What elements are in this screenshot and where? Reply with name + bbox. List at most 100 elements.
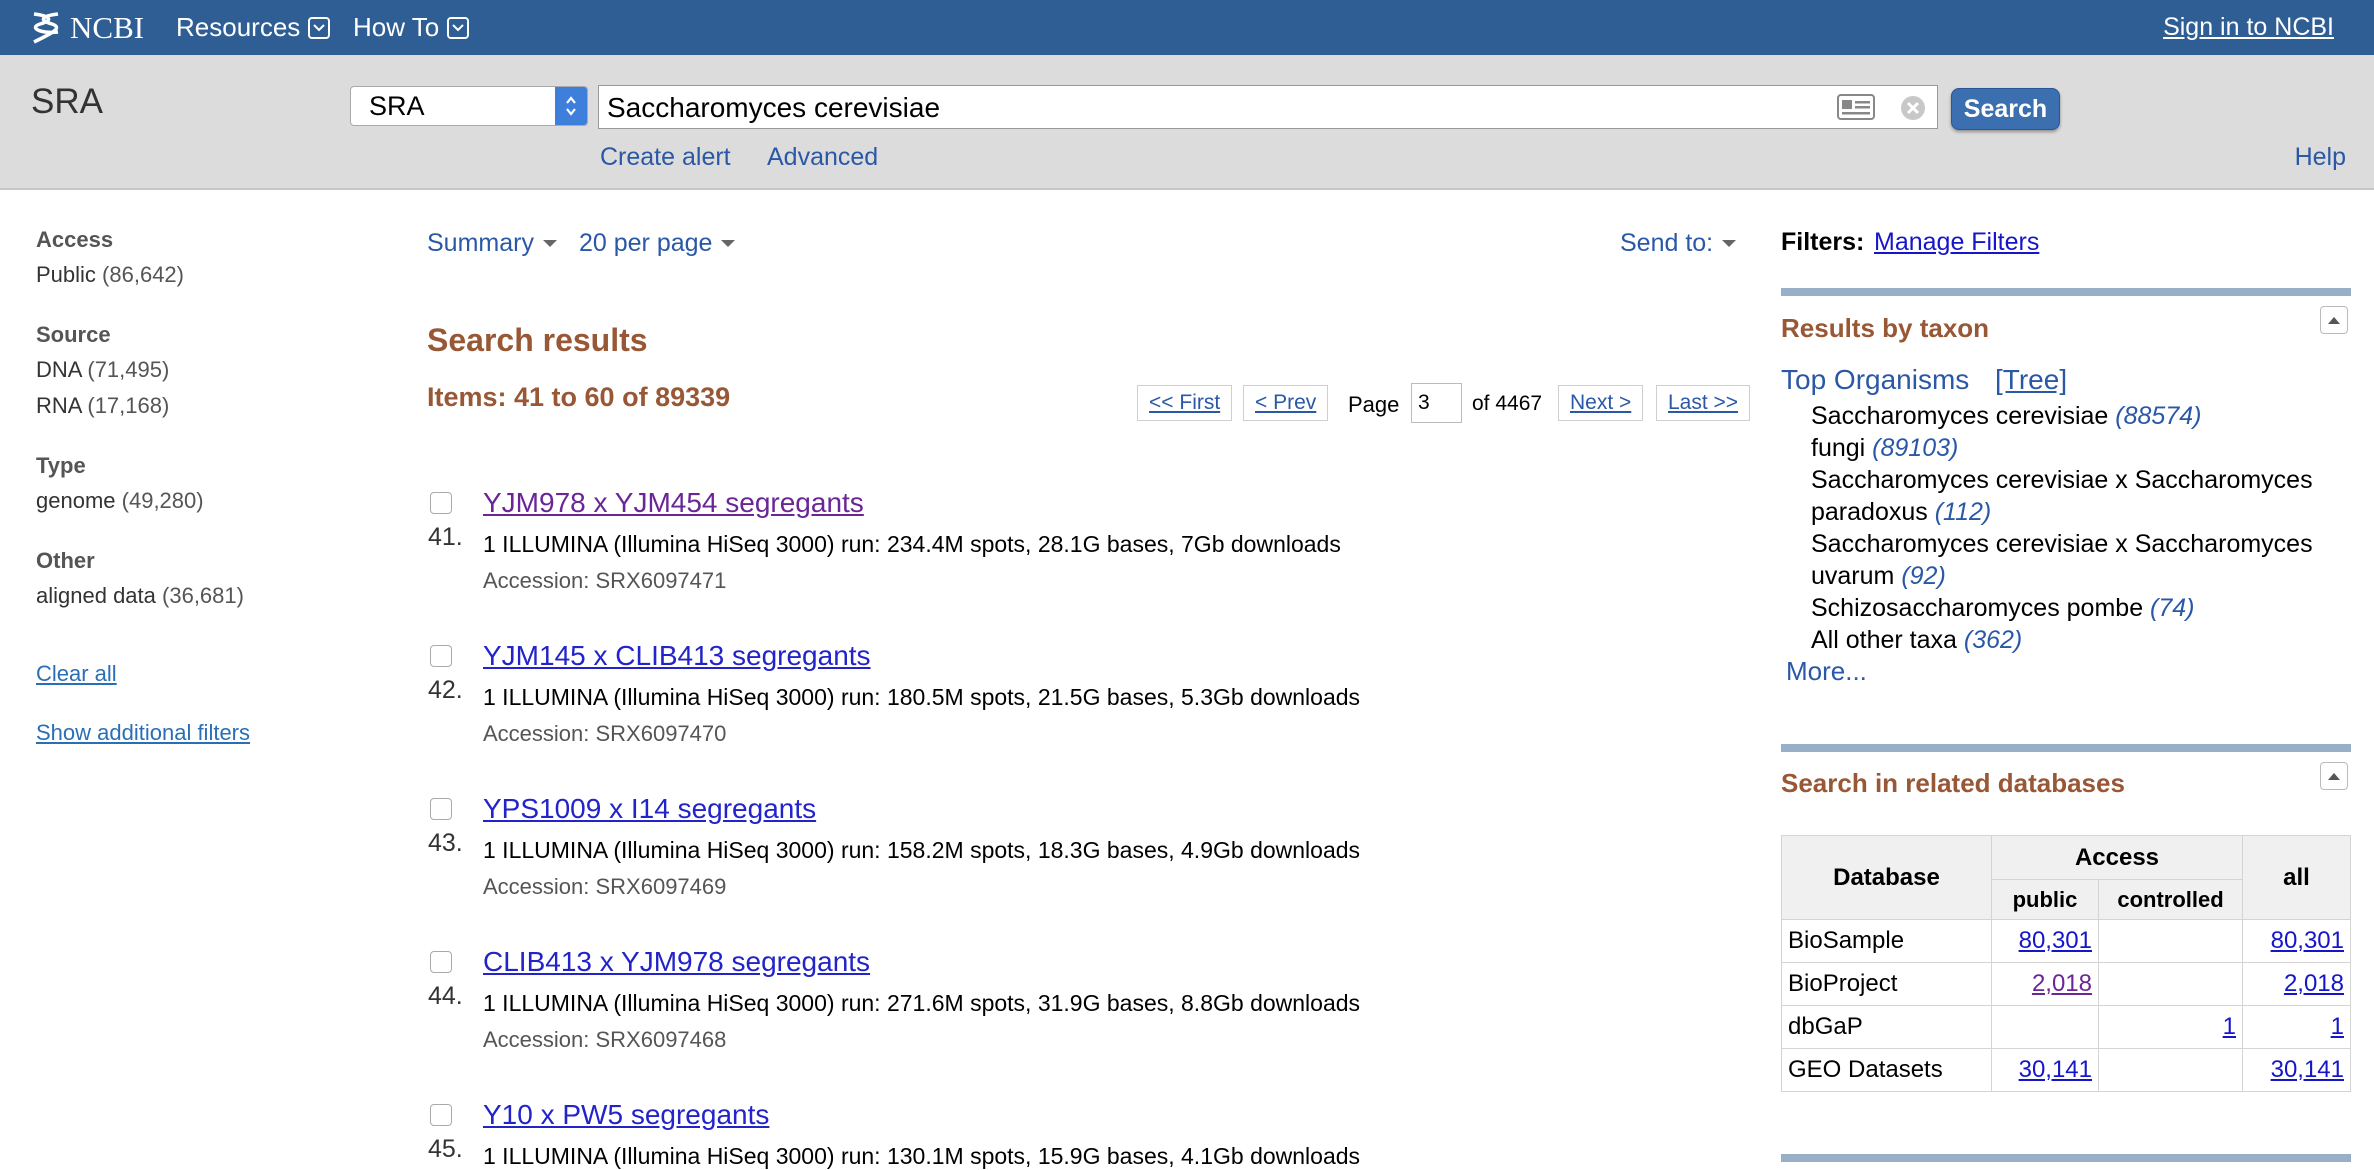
result-title-link[interactable]: YJM978 x YJM454 segregants bbox=[483, 487, 864, 519]
filter-item-public[interactable]: Public (86,642) bbox=[36, 262, 184, 288]
result-title-link[interactable]: Y10 x PW5 segregants bbox=[483, 1099, 769, 1131]
section-divider bbox=[1781, 744, 2351, 752]
filter-item-aligned-data[interactable]: aligned data (36,681) bbox=[36, 583, 244, 609]
taxon-item[interactable]: Saccharomyces cerevisiae x Saccharomyces… bbox=[1811, 528, 2351, 592]
database-select-value: SRA bbox=[369, 91, 425, 121]
collapse-related-button[interactable] bbox=[2320, 762, 2348, 790]
result-checkbox[interactable] bbox=[430, 1104, 452, 1126]
caret-down-icon bbox=[721, 240, 736, 247]
filter-label: Public bbox=[36, 262, 96, 287]
filter-item-genome[interactable]: genome (49,280) bbox=[36, 488, 204, 514]
next-page-button[interactable]: Next > bbox=[1558, 385, 1644, 421]
taxon-item[interactable]: fungi (89103) bbox=[1811, 432, 2351, 464]
taxon-count: (89103) bbox=[1872, 434, 1959, 462]
ncbi-topbar: NCBI Resources How To Sign in to NCBI bbox=[0, 0, 2374, 55]
controlled-count-link[interactable]: 1 bbox=[2223, 1013, 2236, 1040]
result-checkbox[interactable] bbox=[430, 492, 452, 514]
filter-count: (49,280) bbox=[121, 488, 204, 513]
taxon-count: (88574) bbox=[2115, 402, 2202, 430]
result-description: 1 ILLUMINA (Illumina HiSeq 3000) run: 18… bbox=[483, 684, 1361, 710]
total-pages: of 4467 bbox=[1472, 392, 1543, 415]
related-databases-table: Database Access all public controlled Bi… bbox=[1781, 835, 2351, 1092]
filter-heading-other: Other bbox=[36, 548, 95, 573]
page-number-input[interactable] bbox=[1411, 383, 1462, 423]
database-name: GEO Datasets bbox=[1781, 1048, 1992, 1092]
all-count-link[interactable]: 1 bbox=[2331, 1013, 2344, 1040]
prev-page-button[interactable]: < Prev bbox=[1243, 385, 1329, 421]
taxon-item[interactable]: Schizosaccharomyces pombe (74) bbox=[1811, 592, 2351, 624]
taxon-item[interactable]: Saccharomyces cerevisiae (88574) bbox=[1811, 400, 2351, 432]
format-dropdown[interactable]: Summary bbox=[427, 229, 557, 258]
database-select[interactable]: SRA bbox=[350, 86, 588, 126]
filter-label: DNA bbox=[36, 357, 82, 382]
result-checkbox[interactable] bbox=[430, 798, 452, 820]
taxon-name: All other taxa bbox=[1811, 626, 1957, 654]
clear-search-icon[interactable] bbox=[1899, 94, 1927, 127]
section-divider bbox=[1781, 1154, 2351, 1162]
resources-menu[interactable]: Resources bbox=[176, 12, 331, 43]
caret-down-icon bbox=[1722, 240, 1737, 247]
per-page-dropdown[interactable]: 20 per page bbox=[579, 229, 736, 258]
taxon-item[interactable]: Saccharomyces cerevisiae x Saccharomyces… bbox=[1811, 464, 2351, 528]
column-header-controlled: controlled bbox=[2098, 879, 2243, 920]
search-input[interactable] bbox=[605, 86, 1809, 130]
caret-down-icon bbox=[542, 240, 557, 247]
taxon-name: Saccharomyces cerevisiae x Saccharomyces… bbox=[1811, 530, 2313, 590]
result-title-link[interactable]: YPS1009 x I14 segregants bbox=[483, 793, 816, 825]
result-number: 42. bbox=[428, 676, 463, 704]
all-count-link[interactable]: 2,018 bbox=[2284, 970, 2344, 997]
id-card-icon[interactable] bbox=[1837, 94, 1875, 125]
filter-count: (36,681) bbox=[162, 583, 244, 608]
sign-in-link[interactable]: Sign in to NCBI bbox=[2163, 13, 2334, 42]
public-count-link[interactable]: 80,301 bbox=[2019, 927, 2092, 954]
taxon-name: fungi bbox=[1811, 434, 1866, 462]
all-count-link[interactable]: 30,141 bbox=[2271, 1056, 2344, 1083]
filter-item-dna[interactable]: DNA (71,495) bbox=[36, 357, 169, 383]
help-link[interactable]: Help bbox=[2295, 143, 2346, 172]
create-alert-link[interactable]: Create alert bbox=[600, 143, 731, 172]
column-header-database: Database bbox=[1781, 835, 1992, 920]
how-to-menu[interactable]: How To bbox=[353, 12, 470, 43]
more-taxa-link[interactable]: More... bbox=[1786, 656, 1867, 687]
ncbi-logo[interactable]: NCBI bbox=[30, 8, 144, 48]
result-title-link[interactable]: YJM145 x CLIB413 segregants bbox=[483, 640, 871, 672]
result-number: 41. bbox=[428, 523, 463, 551]
result-accession: Accession: SRX6097471 bbox=[483, 568, 727, 593]
collapse-taxon-button[interactable] bbox=[2320, 306, 2348, 334]
column-header-access: Access bbox=[1991, 835, 2243, 880]
database-name: BioSample bbox=[1781, 919, 1992, 963]
result-checkbox[interactable] bbox=[430, 645, 452, 667]
table-row: dbGaP 1 1 bbox=[1781, 1005, 2351, 1049]
public-count-link[interactable]: 30,141 bbox=[2019, 1056, 2092, 1083]
taxon-count: (362) bbox=[1963, 626, 2023, 654]
first-page-button[interactable]: << First bbox=[1137, 385, 1233, 421]
search-button[interactable]: Search bbox=[1951, 88, 2060, 130]
result-checkbox[interactable] bbox=[430, 951, 452, 973]
taxon-count: (74) bbox=[2150, 594, 2195, 622]
result-accession: Accession: SRX6097469 bbox=[483, 874, 727, 899]
filter-item-rna[interactable]: RNA (17,168) bbox=[36, 393, 169, 419]
filter-count: (86,642) bbox=[102, 262, 184, 287]
per-page-label: 20 per page bbox=[579, 229, 713, 257]
column-header-all: all bbox=[2242, 835, 2351, 920]
filter-heading-access: Access bbox=[36, 227, 114, 252]
tree-link[interactable]: [Tree] bbox=[1995, 364, 2067, 396]
show-additional-filters-link[interactable]: Show additional filters bbox=[36, 720, 250, 746]
filter-heading-type: Type bbox=[36, 453, 86, 478]
public-count-link[interactable]: 2,018 bbox=[2032, 970, 2092, 997]
resources-menu-label: Resources bbox=[176, 12, 301, 42]
result-description: 1 ILLUMINA (Illumina HiSeq 3000) run: 15… bbox=[483, 837, 1361, 863]
table-row: BioSample 80,301 80,301 bbox=[1781, 919, 2351, 963]
send-to-dropdown[interactable]: Send to: bbox=[1620, 229, 1737, 258]
advanced-search-link[interactable]: Advanced bbox=[767, 143, 878, 172]
all-count-link[interactable]: 80,301 bbox=[2271, 927, 2344, 954]
result-title-link[interactable]: CLIB413 x YJM978 segregants bbox=[483, 946, 870, 978]
last-page-button[interactable]: Last >> bbox=[1656, 385, 1751, 421]
taxon-name: Schizosaccharomyces pombe bbox=[1811, 594, 2144, 622]
triangle-up-icon bbox=[2328, 317, 2340, 324]
how-to-menu-label: How To bbox=[353, 12, 440, 42]
filter-label: aligned data bbox=[36, 583, 156, 608]
manage-filters-link[interactable]: Manage Filters bbox=[1874, 228, 2039, 257]
clear-all-filters-link[interactable]: Clear all bbox=[36, 661, 117, 687]
taxon-item[interactable]: All other taxa (362) bbox=[1811, 624, 2351, 656]
